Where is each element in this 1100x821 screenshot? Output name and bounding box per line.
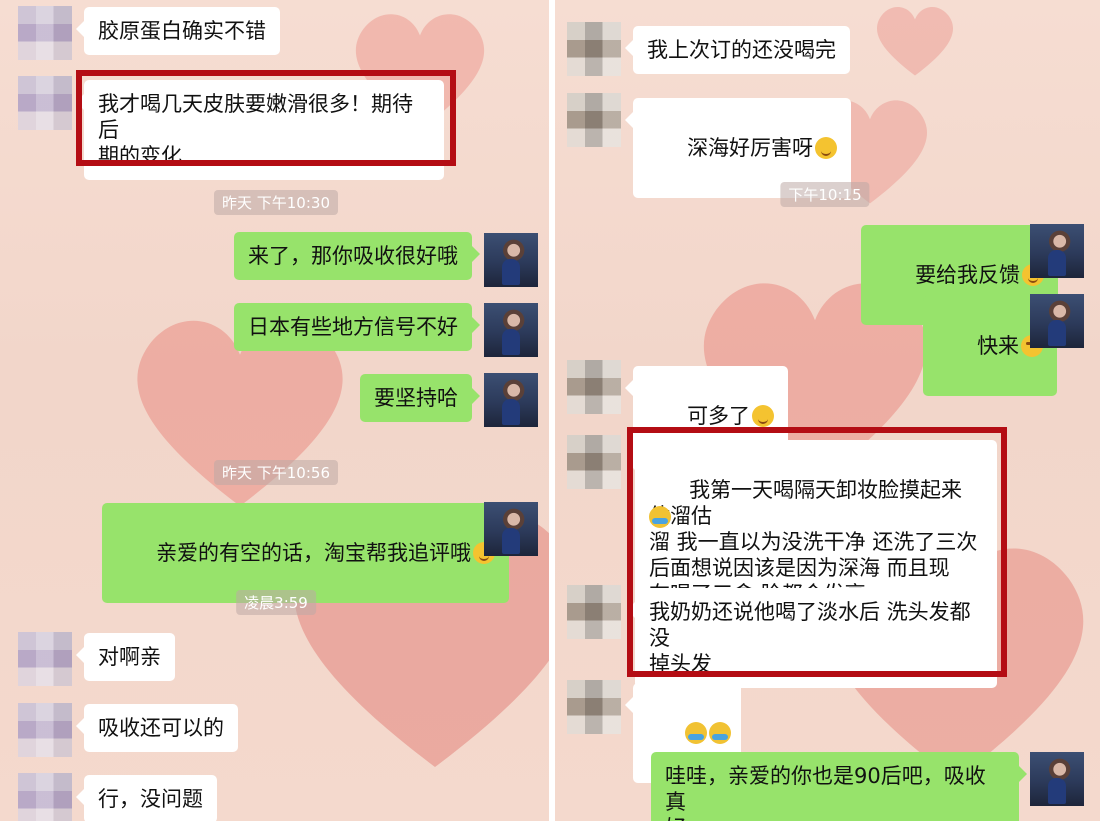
contact-avatar[interactable] <box>567 360 621 414</box>
message-bubble: 胶原蛋白确实不错 <box>76 7 280 55</box>
user-avatar[interactable] <box>484 502 538 556</box>
message-bubble: 日本有些地方信号不好 <box>234 303 480 351</box>
message-bubble: 我上次订的还没喝完 <box>625 26 850 74</box>
contact-avatar[interactable] <box>18 632 72 686</box>
crying-emoji-icon <box>709 722 732 744</box>
message-text: 亲爱的有空的话，淘宝帮我追评哦 <box>156 541 472 565</box>
message-bubble: 亲爱的有空的话，淘宝帮我追评哦 <box>102 503 518 603</box>
message-text: 要给我反馈 <box>915 263 1021 287</box>
contact-avatar[interactable] <box>18 76 72 130</box>
timestamp: 下午10:15 <box>780 182 870 207</box>
panel-divider <box>549 0 555 821</box>
highlight-box <box>627 427 1007 677</box>
message-text: 可多了 <box>687 404 751 428</box>
chat-panel-right: 我上次订的还没喝完 深海好厉害呀 下午10:15 要给我反馈 快来 可多了 我第… <box>555 0 1100 821</box>
user-avatar[interactable] <box>1030 224 1084 278</box>
contact-avatar[interactable] <box>567 22 621 76</box>
user-avatar[interactable] <box>484 303 538 357</box>
user-avatar[interactable] <box>484 373 538 427</box>
message-bubble: 哇哇，亲爱的你也是90后吧，吸收真 好 <box>651 752 1027 821</box>
timestamp: 昨天 下午10:56 <box>214 460 338 485</box>
contact-avatar[interactable] <box>567 680 621 734</box>
contact-avatar[interactable] <box>18 703 72 757</box>
message-text: 深海好厉害呀 <box>687 136 814 160</box>
contact-avatar[interactable] <box>18 773 72 821</box>
contact-avatar[interactable] <box>18 6 72 60</box>
message-bubble: 要坚持哈 <box>360 374 480 422</box>
chat-panel-left: 胶原蛋白确实不错 我才喝几天皮肤要嫩滑很多！期待后 期的变化 昨天 下午10:3… <box>0 0 549 821</box>
message-bubble: 对啊亲 <box>76 633 175 681</box>
screenshot-collage: 胶原蛋白确实不错 我才喝几天皮肤要嫩滑很多！期待后 期的变化 昨天 下午10:3… <box>0 0 1100 821</box>
user-avatar[interactable] <box>1030 294 1084 348</box>
contact-avatar[interactable] <box>567 435 621 489</box>
timestamp: 昨天 下午10:30 <box>214 190 338 215</box>
timestamp: 凌晨3:59 <box>236 590 316 615</box>
shy-emoji-icon <box>815 137 838 159</box>
contact-avatar[interactable] <box>567 93 621 147</box>
message-bubble: 行，没问题 <box>76 775 217 821</box>
message-text: 快来 <box>977 334 1020 358</box>
user-avatar[interactable] <box>484 233 538 287</box>
highlight-box <box>76 70 456 166</box>
contact-avatar[interactable] <box>567 585 621 639</box>
shy-emoji-icon <box>752 405 775 427</box>
heart-decoration <box>855 0 975 80</box>
user-avatar[interactable] <box>1030 752 1084 806</box>
crying-emoji-icon <box>685 722 708 744</box>
message-bubble: 来了，那你吸收很好哦 <box>234 232 480 280</box>
message-bubble: 吸收还可以的 <box>76 704 238 752</box>
